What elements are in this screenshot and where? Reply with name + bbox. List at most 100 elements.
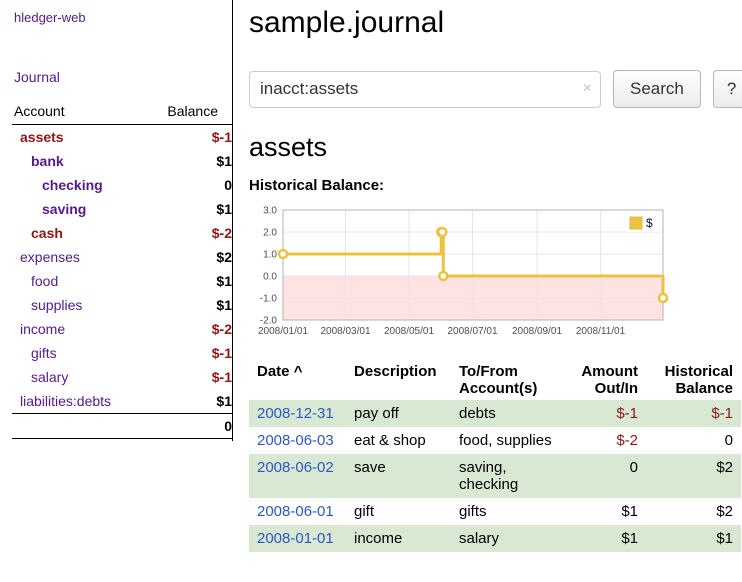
cell-accounts: saving, checking <box>451 454 561 498</box>
svg-text:2.0: 2.0 <box>263 228 277 239</box>
accounts-total-value: 0 <box>144 414 232 439</box>
cell-description: pay off <box>346 400 451 427</box>
account-balance: $-1 <box>144 341 232 365</box>
account-link[interactable]: salary <box>31 369 68 385</box>
help-button[interactable]: ? <box>713 70 742 108</box>
cell-description: gift <box>346 498 451 525</box>
account-balance: $1 <box>144 269 232 293</box>
register-row: 2008-06-01 giftgifts$1$2 <box>249 498 741 525</box>
sort-asc-icon: ^ <box>294 363 303 380</box>
search-box: × <box>249 71 601 108</box>
account-balance: $-2 <box>144 317 232 341</box>
cell-balance: $2 <box>646 498 741 525</box>
app-title-link[interactable]: hledger-web <box>14 10 232 25</box>
account-balance: 0 <box>144 173 232 197</box>
account-row: liabilities:debts$1 <box>12 389 232 414</box>
svg-text:1.0: 1.0 <box>263 250 277 261</box>
svg-text:2008/01/01: 2008/01/01 <box>258 326 308 337</box>
app: hledger-web Journal Account Balance asse… <box>0 0 742 576</box>
account-balance: $1 <box>144 149 232 173</box>
cell-date: 2008-12-31 <box>249 400 346 427</box>
cell-date: 2008-06-03 <box>249 427 346 454</box>
col-header-description[interactable]: Description <box>346 360 451 400</box>
col-header-date[interactable]: Date ^ <box>249 360 346 400</box>
cell-description: save <box>346 454 451 498</box>
transaction-date-link[interactable]: 2008-06-03 <box>257 432 334 449</box>
account-balance: $1 <box>144 293 232 317</box>
account-row: expenses $2 <box>12 245 232 269</box>
col-header-accounts[interactable]: To/From Account(s) <box>451 360 561 400</box>
register-row: 2008-01-01incomesalary$1$1 <box>249 525 741 552</box>
account-link[interactable]: liabilities:debts <box>20 393 111 409</box>
account-row: cash $-2 <box>12 221 232 245</box>
col-header-amount[interactable]: Amount Out/In <box>561 360 646 400</box>
accounts-total-spacer <box>12 414 144 439</box>
svg-text:-1.0: -1.0 <box>260 294 278 305</box>
register-table-body: 2008-12-31pay offdebts$-1$-12008-06-03ea… <box>249 400 741 552</box>
register-row: 2008-06-02savesaving, checking0$2 <box>249 454 741 498</box>
account-link[interactable]: expenses <box>20 249 80 265</box>
account-link[interactable]: assets <box>20 129 64 145</box>
account-row: checking 0 <box>12 173 232 197</box>
register-row: 2008-06-03eat & shopfood, supplies$-20 <box>249 427 741 454</box>
sidebar: hledger-web Journal Account Balance asse… <box>0 0 233 441</box>
accounts-header-balance: Balance <box>144 101 232 125</box>
transaction-date-link[interactable]: 2008-12-31 <box>257 405 334 422</box>
historical-balance-chart: 3.02.01.00.0-1.0-2.02008/01/012008/03/01… <box>249 202 673 344</box>
transaction-date-link[interactable]: 2008-01-01 <box>257 530 334 547</box>
cell-balance: $-1 <box>646 400 741 427</box>
account-balance: $-2 <box>144 221 232 245</box>
search-input[interactable] <box>249 71 601 108</box>
accounts-total-row: 0 <box>12 414 232 439</box>
accounts-table-body: assets$-1bank$1checking0saving$1cash$-2e… <box>12 125 232 414</box>
transaction-date-link[interactable]: 2008-06-01 <box>257 503 334 520</box>
cell-balance: $1 <box>646 525 741 552</box>
svg-text:0.0: 0.0 <box>263 272 277 283</box>
account-row: gifts $-1 <box>12 341 232 365</box>
cell-accounts: food, supplies <box>451 427 561 454</box>
col-header-balance[interactable]: Historical Balance <box>646 360 741 400</box>
cell-date: 2008-06-02 <box>249 454 346 498</box>
cell-amount: $1 <box>561 498 646 525</box>
cell-accounts: debts <box>451 400 561 427</box>
account-link[interactable]: income <box>20 321 65 337</box>
account-balance: $2 <box>144 245 232 269</box>
col-header-date-label: Date <box>257 363 290 380</box>
svg-text:2008/07/01: 2008/07/01 <box>447 326 497 337</box>
account-link[interactable]: gifts <box>31 345 57 361</box>
clear-search-icon[interactable]: × <box>583 81 592 97</box>
account-link[interactable]: saving <box>42 201 86 217</box>
svg-text:$: $ <box>646 216 653 230</box>
account-row: income $-2 <box>12 317 232 341</box>
account-link[interactable]: supplies <box>31 297 82 313</box>
sidebar-item-journal[interactable]: Journal <box>14 69 232 85</box>
account-row: saving$1 <box>12 197 232 221</box>
cell-accounts: gifts <box>451 498 561 525</box>
register-table: Date ^ Description To/From Account(s) Am… <box>249 360 741 552</box>
cell-accounts: salary <box>451 525 561 552</box>
transaction-date-link[interactable]: 2008-06-02 <box>257 459 334 476</box>
account-row: salary $-1 <box>12 365 232 389</box>
account-balance: $-1 <box>144 365 232 389</box>
register-row: 2008-12-31pay offdebts$-1$-1 <box>249 400 741 427</box>
cell-amount: $-2 <box>561 427 646 454</box>
cell-date: 2008-01-01 <box>249 525 346 552</box>
cell-balance: $2 <box>646 454 741 498</box>
account-row: assets$-1 <box>12 125 232 150</box>
accounts-table: Account Balance assets$-1bank$1checking0… <box>12 101 232 439</box>
cell-balance: 0 <box>646 427 741 454</box>
search-button[interactable]: Search <box>613 70 701 108</box>
account-row: food $1 <box>12 269 232 293</box>
cell-amount: $-1 <box>561 400 646 427</box>
cell-description: income <box>346 525 451 552</box>
search-form: × Search ? <box>249 70 742 108</box>
svg-text:2008/11/01: 2008/11/01 <box>576 326 626 337</box>
account-link[interactable]: cash <box>31 225 63 241</box>
svg-text:2008/05/01: 2008/05/01 <box>384 326 434 337</box>
account-link[interactable]: bank <box>31 153 64 169</box>
account-link[interactable]: checking <box>42 177 103 193</box>
account-link[interactable]: food <box>31 273 58 289</box>
cell-date: 2008-06-01 <box>249 498 346 525</box>
chart-title: Historical Balance: <box>249 177 742 194</box>
svg-text:3.0: 3.0 <box>263 206 277 217</box>
